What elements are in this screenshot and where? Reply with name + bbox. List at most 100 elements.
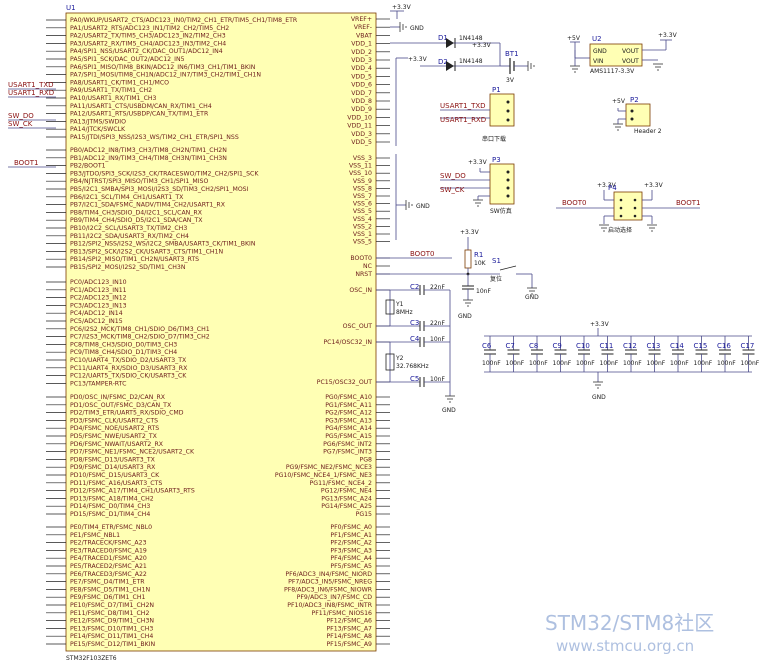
mcu-pin-label: PF2/FSMC_A2: [330, 540, 372, 547]
mcu-pin-label: PB2/BOOT1: [70, 163, 106, 170]
mcu-pin-label: PD2/TIM3_ETR/UART5_RX/SDIO_CMD: [70, 410, 184, 417]
mcu-pin-label: VSS_5: [353, 239, 372, 246]
net-usart1-txd-left: USART1_TXD: [8, 81, 54, 89]
mcu-designator: U1: [66, 4, 76, 12]
mcu-pin-label: VDD_9: [351, 106, 372, 113]
cap-c2-designator: C2: [410, 283, 419, 291]
crystal-y2-designator: Y2: [395, 355, 404, 362]
header-p3-designator: P3: [492, 156, 501, 164]
net-v33-d1: +3.3V: [472, 42, 492, 49]
regulator-pin-vout2: VOUT: [622, 58, 639, 65]
diode-d2-symbol: [446, 61, 454, 71]
mcu-pin-label: PE10/FSMC_D7/TIM1_CH2N: [70, 602, 154, 609]
mcu-pin-label: PF6/ADC3_IN4/FSMC_NIORD: [285, 571, 372, 578]
net-usart1-rxd-left: USART1_RXD: [8, 89, 54, 97]
mcu-pin-label: PD6/FSMC_NWAIT/USART2_RX: [70, 441, 164, 448]
header-p3-body: [489, 163, 515, 205]
mcu-pin-label: VBAT: [356, 32, 372, 39]
mcu-pin-label: PB7/I2C1_SDA/FSMC_NADV/TIM4_CH2/USART1_R…: [70, 202, 226, 209]
cap-c5-designator: C5: [410, 375, 419, 383]
mcu-pin-label: PB12/SPI2_NSS/I2S2_WS/I2C2_SMBA/USART3_C…: [70, 241, 256, 248]
header-p2-designator: P2: [630, 96, 639, 104]
mcu-pin-label: PA0/WKUP/USART2_CTS/ADC123_IN0/TIM2_CH1_…: [70, 17, 298, 24]
diode-d1-symbol: [446, 38, 454, 48]
gnd-symbol-regulator-right: [653, 63, 663, 71]
resistor-r1: [464, 249, 472, 269]
mcu-pin-label: PE13/FSMC_D10/TIM1_CH3: [70, 625, 153, 632]
mcu-pin-label: PB5/I2C1_SMBA/SPI3_MOSI/I2S3_SD/TIM3_CH2…: [70, 186, 249, 193]
mcu-pin-label: VDD_8: [351, 98, 372, 105]
net-sw-do-p3: SW_DO: [440, 172, 466, 180]
net-sw-ck-left: SW_CK: [8, 120, 33, 128]
mcu-u1: U1 STM32F103ZET6 PA0/WKUP/USART2_CTS/ADC…: [46, 4, 390, 662]
gnd-symbol-vref: [399, 22, 407, 32]
diode-d2-part: 1N4148: [459, 58, 483, 65]
vref-section: +3.3V GND: [390, 4, 424, 32]
net-sw-ck-p3: SW_CK: [440, 186, 465, 194]
mcu-pin-label: PB13/SPI2_SCK/I2S2_CK/USART3_CTS/TIM1_CH…: [70, 248, 223, 255]
mcu-pin-label: VDD_10: [347, 114, 372, 121]
mcu-pin-label: PD7/FSMC_NE1/FSMC_NCE2/USART2_CK: [70, 449, 195, 456]
regulator-pin-vin: VIN: [593, 58, 603, 65]
header-p4-caption: 启动选择: [608, 226, 632, 234]
left-nets: USART1_TXD USART1_RXD SW_DO SW_CK BOOT1: [8, 81, 56, 168]
mcu-pin-label: PA11/USART1_CTS/USBDM/CAN_RX/TIM1_CH4: [70, 103, 212, 110]
net-gnd-decoupling: GND: [592, 394, 606, 401]
resistor-r1-value: 10K: [474, 260, 487, 267]
decap-designator: C13: [647, 342, 661, 350]
mcu-pin-label: PE12/FSMC_D9/TIM1_CH3N: [70, 618, 154, 625]
gnd-symbol-p2: [613, 123, 623, 131]
header-p1-designator: P1: [492, 86, 501, 94]
mcu-pin-label: PB11/I2C2_SDA/USART3_RX/TIM2_CH4: [70, 233, 189, 240]
mcu-pin-label: PA6/SPI1_MISO/TIM8_BKIN/ADC12_IN6/TIM3_C…: [70, 64, 256, 71]
watermark-line1: STM32/STM8社区: [545, 611, 714, 635]
mcu-pin-label: PG15: [356, 511, 372, 518]
mcu-pin-label: PD5/FSMC_NWE/USART2_TX: [70, 433, 158, 440]
mcu-pin-label: VSS_6: [353, 201, 372, 208]
net-sw-do-left: SW_DO: [8, 112, 34, 120]
schematic-svg: U1 STM32F103ZET6 PA0/WKUP/USART2_CTS/ADC…: [8, 4, 760, 662]
vdd-rail: +3.3V: [395, 56, 428, 146]
mcu-pin-label: PF10/ADC3_IN8/FSMC_INTR: [287, 602, 372, 609]
mcu-pin-label: PG2/FSMC_A12: [325, 410, 372, 417]
mcu-pin-label: PD14/FSMC_D0/TIM4_CH3: [70, 503, 150, 510]
cap-c3-designator: C3: [410, 319, 419, 327]
mcu-pin-label: PC9/TIM8_CH4/SDIO_D1/TIM3_CH4: [70, 349, 177, 356]
crystal-y2-value: 32.768KHz: [396, 363, 429, 370]
mcu-pin-label: BOOT0: [350, 255, 372, 262]
mcu-pin-label: PE2/TRACECK/FSMC_A23: [70, 540, 147, 547]
mcu-part-number: STM32F103ZET6: [66, 655, 117, 662]
decap-designator: C16: [717, 342, 731, 350]
mcu-pin-label: PE0/TIM4_ETR/FSMC_NBL0: [70, 524, 152, 531]
net-gnd-vref: GND: [410, 25, 424, 32]
mcu-pin-label: PA5/SPI1_SCK/DAC_OUT2/ADC12_IN5: [70, 56, 185, 63]
header-p2-body: [625, 103, 651, 127]
mcu-pin-label: PG11/FSMC_NCE4_2: [310, 480, 373, 487]
net-boot1-left: BOOT1: [14, 159, 38, 167]
mcu-pin-label: PG13/FSMC_A24: [321, 495, 372, 502]
net-gnd-reset-cap: GND: [458, 313, 472, 320]
header-p2-caption: Header 2: [634, 128, 662, 135]
mcu-pin-label: VREF-: [354, 24, 372, 31]
regulator-pin-gnd: GND: [593, 48, 607, 55]
decap-designator: C17: [741, 342, 755, 350]
net-v33-regulator: +3.3V: [658, 32, 678, 39]
decap-value: 100nF: [576, 360, 595, 367]
mcu-pin-label: PF15/FSMC_A9: [326, 641, 372, 648]
mcu-pin-label: NC: [363, 263, 372, 270]
mcu-pin-label: PF5/FSMC_A5: [330, 563, 372, 570]
mcu-pin-label: PE7/FSMC_D4/TIM1_ETR: [70, 579, 145, 586]
mcu-pin-label: PB6/I2C1_SCL/TIM4_CH1/USART1_TX: [70, 194, 184, 201]
mcu-pin-label: PF3/FSMC_A3: [330, 547, 372, 554]
decoupling-capacitors: C6 100nF C7 100nF C8 100nF C9 100nF C10 100nF C11 1…: [482, 336, 760, 372]
mcu-pin-label: VDD_11: [347, 123, 372, 130]
crystal-section: Y1 8MHz C2 22nF C3 22nF Y2 32.768KHz C4 …: [376, 283, 456, 414]
mcu-pin-label: PG5/FSMC_A15: [325, 433, 372, 440]
net-v33-reset: +3.3V: [460, 229, 480, 236]
mcu-pin-label: PG3/FSMC_A13: [325, 417, 372, 424]
mcu-pin-label: PE6/TRACED3/FSMC_A22: [70, 571, 147, 578]
mcu-pin-label: VDD_3: [351, 57, 372, 64]
cap-c4-designator: C4: [410, 335, 420, 343]
mcu-pin-label: PE4/TRACED1/FSMC_A20: [70, 555, 147, 562]
mcu-pin-label: VDD_5: [351, 139, 372, 146]
